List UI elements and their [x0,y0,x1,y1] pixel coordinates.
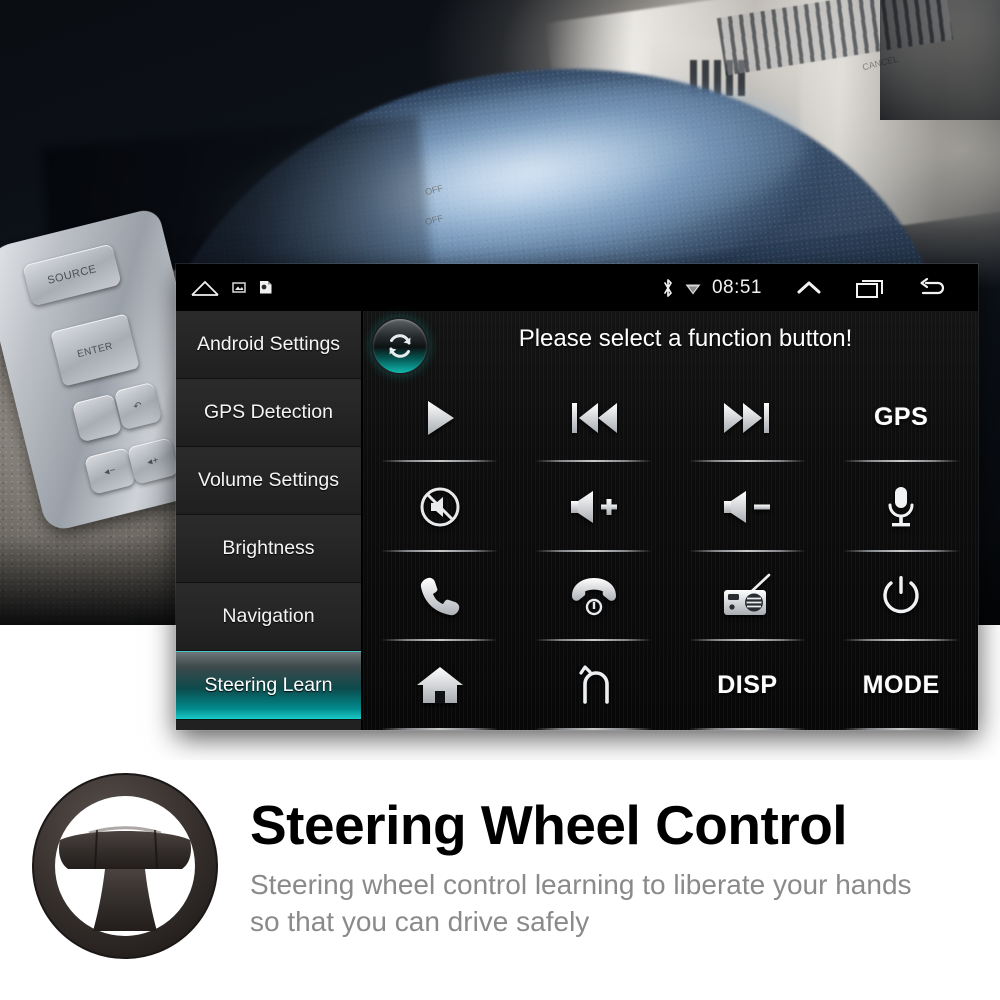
function-button-previous[interactable] [517,373,671,463]
home-outline-icon[interactable] [190,278,220,298]
play-icon [419,396,461,440]
branding-title: Steering Wheel Control [250,794,848,856]
function-button-back[interactable] [517,641,671,730]
function-button-volume-up[interactable] [517,462,671,552]
function-button-mode[interactable]: MODE [824,641,978,730]
steering-wheel-icon [0,760,250,964]
mute-icon [417,484,463,530]
house-icon [416,663,464,707]
sidebar-item-android-settings[interactable]: Android Settings [176,311,361,379]
phone-icon [418,574,462,618]
recents-icon[interactable] [840,277,902,299]
function-button-volume-down[interactable] [671,462,825,552]
function-button-answer-call[interactable] [363,552,517,642]
branding-subtitle: Steering wheel control learning to liber… [250,869,912,937]
power-icon [879,573,923,619]
steering-learn-panel: Please select a function button! GPS DIS… [361,311,978,730]
sidebar-item-brightness[interactable]: Brightness [176,515,361,583]
function-button-voice[interactable] [824,462,978,552]
sd-card-icon [258,280,273,295]
function-button-mute[interactable] [363,462,517,552]
function-button-power[interactable] [824,552,978,642]
sidebar-item-navigation[interactable]: Navigation [176,583,361,651]
disp-label: DISP [717,670,778,699]
sidebar-item-volume-settings[interactable]: Volume Settings [176,447,361,515]
wifi-icon [684,279,702,297]
android-status-bar: 08:51 [176,264,978,311]
radio-icon [721,573,773,619]
photo-vignette [880,0,1000,120]
function-button-gps[interactable]: GPS [824,373,978,463]
chevron-up-icon[interactable] [778,278,840,298]
microphone-icon [884,484,918,530]
branding-text: Steering Wheel Control Steering wheel co… [250,760,1000,941]
previous-track-icon [567,397,621,439]
back-icon[interactable] [902,277,964,299]
screenshot-icon [232,281,246,294]
bluetooth-icon [661,277,675,299]
volume-down-icon [721,486,773,528]
sidebar-item-gps-detection[interactable]: GPS Detection [176,379,361,447]
settings-sidebar: Android Settings GPS Detection Volume Se… [176,311,361,730]
page-root: SOURCE ENTER ↶ ◂− ◂+ CANCEL OFF OFF [0,0,1000,1000]
function-button-next[interactable] [671,373,825,463]
sidebar-filler [176,719,361,730]
sidebar-item-steering-learn[interactable]: Steering Learn [176,651,361,719]
hang-up-icon [569,574,619,618]
next-track-icon [720,397,774,439]
function-button-grid: GPS DISP MODE [363,373,978,730]
back-arrow-icon [572,662,616,708]
volume-up-icon [568,486,620,528]
panel-header: Please select a function button! [363,311,978,373]
mode-label: MODE [862,670,940,699]
function-button-radio[interactable] [671,552,825,642]
head-unit-screen: 08:51 Android Settings GPS Detection Vol… [176,264,978,730]
function-button-play[interactable] [363,373,517,463]
function-button-disp[interactable]: DISP [671,641,825,730]
function-button-hang-up[interactable] [517,552,671,642]
prompt-text: Please select a function button! [518,325,853,352]
gps-label: GPS [873,403,929,432]
function-button-home[interactable] [363,641,517,730]
screen-body: Android Settings GPS Detection Volume Se… [176,311,978,730]
status-clock: 08:51 [711,276,762,298]
branding-section: Steering Wheel Control Steering wheel co… [0,760,1000,1000]
